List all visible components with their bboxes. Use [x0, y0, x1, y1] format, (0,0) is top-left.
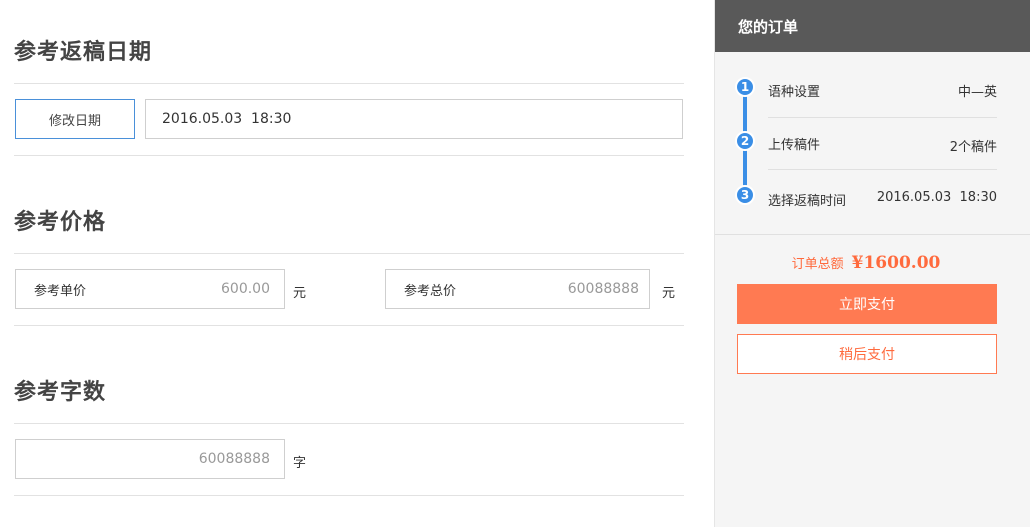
unit-price-field[interactable]: 参考单价 600.00: [15, 269, 285, 309]
step-number-3: 3: [735, 185, 755, 205]
step-divider: [768, 169, 997, 170]
divider: [14, 155, 684, 156]
divider: [14, 325, 684, 326]
total-amount: ¥1600.00: [851, 253, 941, 273]
step-value-language: 中—英: [957, 85, 997, 100]
word-count-field[interactable]: 60088888: [15, 439, 285, 479]
total-price-unit: 元: [662, 286, 676, 301]
step-label-return-time: 选择返稿时间: [768, 194, 847, 209]
return-date-title: 参考返稿日期: [14, 40, 153, 65]
step-label-upload: 上传稿件: [768, 138, 821, 153]
step-number-2: 2: [735, 131, 755, 151]
word-count-value: 60088888: [198, 451, 270, 467]
order-total: 订单总额 ¥1600.00: [715, 253, 1017, 273]
step-value-return-time: 2016.05.03 18:30: [876, 190, 997, 205]
divider: [14, 423, 684, 424]
total-price-field[interactable]: 参考总价 60088888: [385, 269, 650, 309]
step-number-1: 1: [735, 77, 755, 97]
total-price-value: 60088888: [567, 281, 639, 297]
unit-price-value: 600.00: [221, 281, 270, 297]
total-price-label: 参考总价: [404, 283, 457, 299]
divider: [14, 495, 684, 496]
step-value-upload: 2个稿件: [949, 140, 997, 155]
unit-price-label: 参考单价: [34, 283, 87, 299]
word-count-unit: 字: [293, 456, 307, 471]
pay-later-button[interactable]: 稍后支付: [737, 334, 997, 374]
step-divider: [768, 117, 997, 118]
unit-price-unit: 元: [293, 286, 307, 301]
order-steps: 1 语种设置 中—英 2 上传稿件 2个稿件 3 选择返稿时间 2016.05.…: [715, 52, 1030, 235]
price-title: 参考价格: [14, 210, 107, 235]
order-header: 您的订单: [715, 0, 1030, 52]
order-sidebar: 您的订单 1 语种设置 中—英 2 上传稿件 2个稿件 3 选择返稿时间 201…: [714, 0, 1030, 527]
date-value: 2016.05.03 18:30: [162, 111, 292, 127]
pay-now-button[interactable]: 立即支付: [737, 284, 997, 324]
main-content: 参考返稿日期 修改日期 2016.05.03 18:30 参考价格 参考单价 6…: [14, 0, 684, 527]
date-input[interactable]: 2016.05.03 18:30: [145, 99, 683, 139]
modify-date-button[interactable]: 修改日期: [15, 99, 135, 139]
divider: [14, 253, 684, 254]
word-count-title: 参考字数: [14, 380, 107, 405]
step-label-language: 语种设置: [768, 85, 821, 100]
total-label: 订单总额: [791, 257, 844, 272]
divider: [14, 83, 684, 84]
